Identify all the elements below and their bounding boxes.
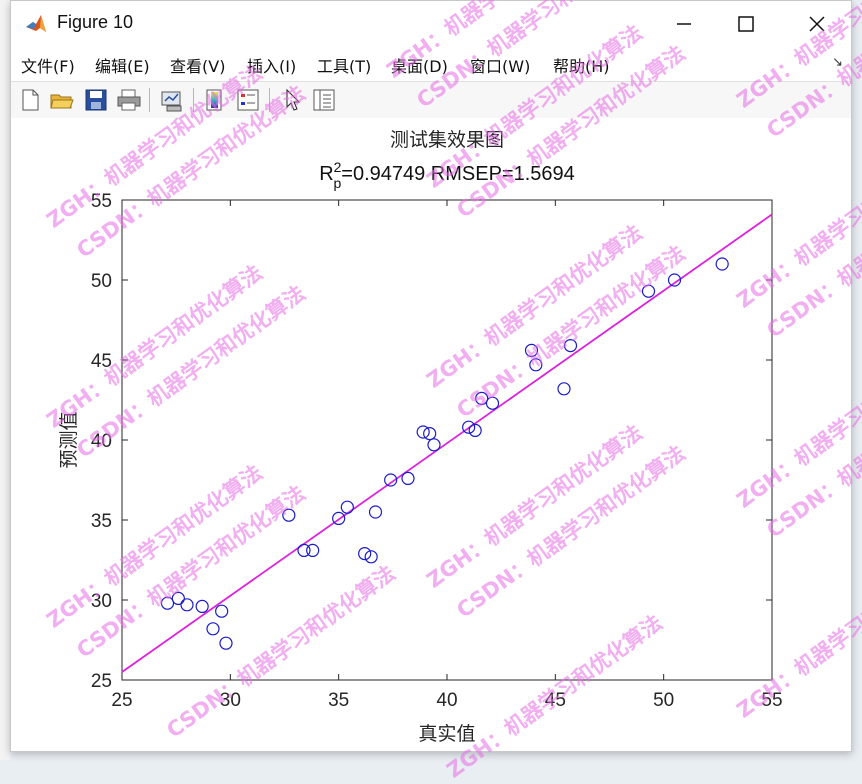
maximize-icon xyxy=(738,16,754,32)
x-tick-label: 30 xyxy=(220,690,241,711)
chart-subtitle-rest: =0.94749 RMSEP=1.5694 xyxy=(341,163,575,185)
window-title: Figure 10 xyxy=(57,12,134,32)
dock-arrow-icon[interactable]: ↘ xyxy=(832,55,843,70)
y-tick-label: 50 xyxy=(91,271,112,292)
insert-colorbar-button[interactable] xyxy=(202,87,228,113)
title-bar[interactable]: Figure 10 xyxy=(11,1,851,47)
save-icon xyxy=(85,89,107,111)
menu-tools[interactable]: 工具(T) xyxy=(317,53,371,77)
print-icon xyxy=(117,89,141,111)
property-inspector-button[interactable] xyxy=(311,87,337,113)
new-figure-button[interactable] xyxy=(17,87,43,113)
x-tick-label: 25 xyxy=(111,690,132,711)
minimize-icon xyxy=(677,23,691,25)
menu-insert[interactable]: 插入(I) xyxy=(247,53,296,77)
y-tick-label: 30 xyxy=(91,591,112,612)
edit-plot-icon xyxy=(286,88,301,111)
insert-legend-button[interactable] xyxy=(235,87,261,113)
menu-view[interactable]: 查看(V) xyxy=(170,53,225,77)
menu-help[interactable]: 帮助(H) xyxy=(553,53,610,77)
x-tick-label: 55 xyxy=(761,690,782,711)
chart-subtitle-r-base: R xyxy=(319,163,333,185)
figure-toolbar xyxy=(11,81,851,119)
y-tick-label: 45 xyxy=(91,351,112,372)
menu-edit[interactable]: 编辑(E) xyxy=(95,53,150,77)
new-figure-icon xyxy=(22,89,39,111)
figure-window: Figure 10 文件(F) 编辑(E) 查看(V) 插入(I) 工具(T) … xyxy=(10,0,852,752)
y-tick-label: 55 xyxy=(91,191,112,212)
x-tick-label: 40 xyxy=(436,690,457,711)
link-plot-icon xyxy=(161,91,182,112)
chart-subtitle-r-sub: p xyxy=(333,175,341,191)
print-button[interactable] xyxy=(116,87,142,113)
chart-subtitle: R2 p=0.94749 RMSEP=1.5694 xyxy=(319,159,575,191)
y-tick-label: 35 xyxy=(91,511,112,532)
chart-title: 测试集效果图 xyxy=(390,129,504,151)
toolbar-separator xyxy=(193,88,194,112)
x-tick-label: 50 xyxy=(653,690,674,711)
property-inspector-icon xyxy=(313,89,335,111)
save-button[interactable] xyxy=(83,87,109,113)
x-axis-label: 真实值 xyxy=(418,723,475,745)
toolbar-separator xyxy=(269,88,270,112)
y-tick-label: 25 xyxy=(91,671,112,692)
menu-window[interactable]: 窗口(W) xyxy=(470,53,530,77)
scatter-chart[interactable]: 测试集效果图 R2 p=0.94749 RMSEP=1.5694 25 30 35 40… xyxy=(11,118,851,752)
link-plot-button[interactable] xyxy=(159,87,185,113)
y-axis-label: 预测值 xyxy=(58,411,80,468)
menu-file[interactable]: 文件(F) xyxy=(21,53,75,77)
x-tick-label: 45 xyxy=(545,690,566,711)
toolbar-separator xyxy=(149,88,150,112)
maximize-button[interactable] xyxy=(725,7,767,41)
figure-canvas: 测试集效果图 R2 p=0.94749 RMSEP=1.5694 25 30 35 40… xyxy=(11,118,851,751)
insert-legend-icon xyxy=(237,89,259,111)
menu-desktop[interactable]: 桌面(D) xyxy=(391,53,448,77)
minimize-button[interactable] xyxy=(663,7,705,41)
axes-box[interactable] xyxy=(121,199,773,681)
x-tick-label: 35 xyxy=(328,690,349,711)
open-file-icon xyxy=(50,94,74,109)
matlab-logo-icon xyxy=(26,15,46,32)
edit-plot-button[interactable] xyxy=(279,87,305,113)
close-button[interactable] xyxy=(795,7,837,41)
open-file-button[interactable] xyxy=(49,87,75,113)
y-tick-label: 40 xyxy=(91,431,112,452)
close-icon xyxy=(809,16,825,32)
insert-colorbar-icon xyxy=(206,89,222,111)
background-app-strip xyxy=(0,0,10,760)
menu-bar: 文件(F) 编辑(E) 查看(V) 插入(I) 工具(T) 桌面(D) 窗口(W… xyxy=(11,47,851,79)
